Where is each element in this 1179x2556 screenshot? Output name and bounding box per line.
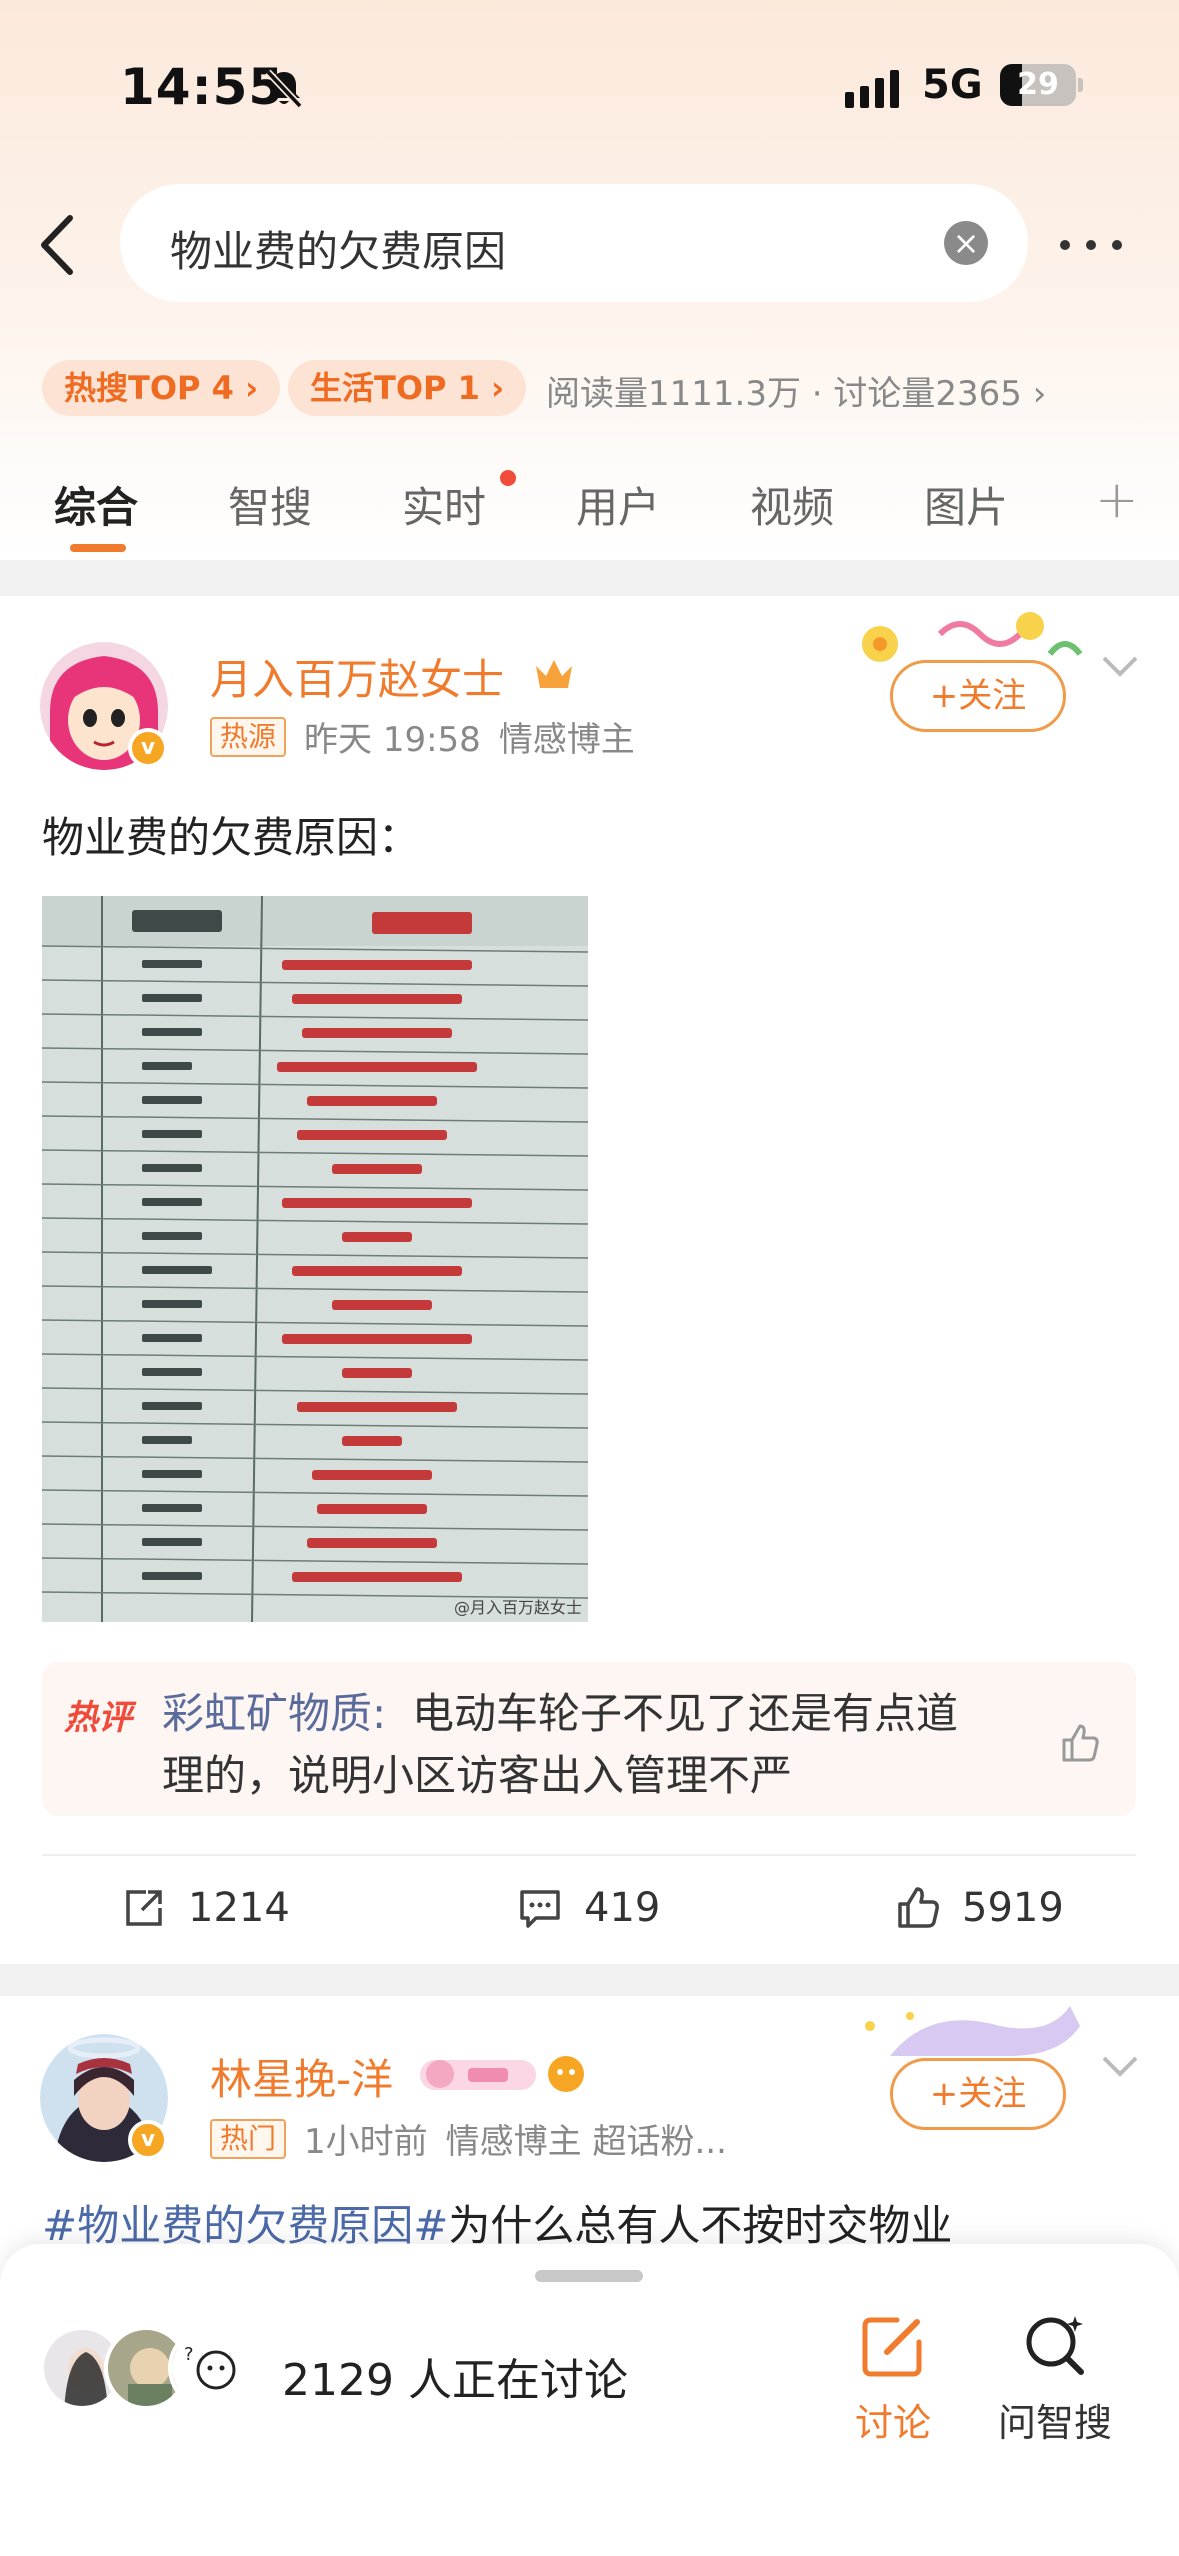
- comment-like-icon[interactable]: [1058, 1720, 1102, 1764]
- hot-comment-label: 热评: [64, 1698, 132, 1738]
- edit-icon: [862, 2317, 922, 2377]
- battery-icon: 29: [1000, 64, 1076, 106]
- post-card[interactable]: v 月入百万赵女士 热源 昨天 19:58 情感博主 +关注 物业费的欠费原因：: [0, 596, 1179, 1964]
- repost-button[interactable]: 1214: [120, 1878, 290, 1938]
- source-tag: 热源: [210, 716, 287, 757]
- battery-level: 29: [1017, 67, 1059, 102]
- divider: [42, 1854, 1136, 1856]
- add-tab-button[interactable]: +: [1095, 470, 1139, 530]
- author-role: 情感博主: [498, 720, 635, 760]
- image-watermark: @月入百万赵女士: [453, 1598, 582, 1617]
- share-icon: [126, 1890, 162, 1926]
- status-time: 14:55: [120, 58, 285, 116]
- post-meta: 热门 1小时前 情感博主 超话粉...: [210, 2114, 727, 2163]
- sheet-drag-handle[interactable]: [535, 2270, 643, 2282]
- clear-search-button[interactable]: ×: [944, 221, 988, 265]
- discuss-button[interactable]: 讨论: [828, 2310, 958, 2450]
- new-content-dot: [500, 470, 516, 486]
- follow-button[interactable]: +关注: [890, 2058, 1066, 2130]
- search-query: 物业费的欠费原因: [170, 227, 507, 276]
- tab-images[interactable]: 图片: [924, 474, 1008, 535]
- battery-tip: [1078, 78, 1083, 92]
- discuss-label: 讨论: [854, 2401, 931, 2445]
- comment-count: 419: [584, 1885, 661, 1931]
- active-tab-indicator: [70, 544, 126, 552]
- follow-button[interactable]: +关注: [890, 660, 1066, 732]
- like-icon: [898, 1887, 939, 1928]
- chevron-down-icon[interactable]: [1100, 652, 1140, 682]
- like-count: 5919: [962, 1885, 1064, 1931]
- post-text-body: 为什么总有人不按时交物业: [448, 2201, 953, 2250]
- tab-realtime[interactable]: 实时: [402, 474, 486, 535]
- back-arrow-icon[interactable]: [30, 210, 90, 280]
- hot-comment[interactable]: 热评 彩虹矿物质: 电动车轮子不见了还是有点道 理的，说明小区访客出入管理不严: [42, 1662, 1136, 1816]
- ask-label: 问智搜: [997, 2401, 1112, 2445]
- emoji-badge-icon: [548, 2056, 584, 2092]
- fan-level-badge-icon: [420, 2060, 536, 2090]
- post-time: 1小时前: [304, 2122, 428, 2162]
- post-username[interactable]: 月入百万赵女士: [210, 646, 504, 707]
- signal-icon: [845, 68, 899, 108]
- repost-count: 1214: [188, 1885, 290, 1931]
- bell-off-icon: [265, 69, 303, 109]
- post-image[interactable]: @月入百万赵女士: [42, 896, 588, 1622]
- ask-smart-search-button[interactable]: 问智搜: [990, 2310, 1120, 2450]
- chevron-down-icon[interactable]: [1100, 2052, 1140, 2082]
- network-type: 5G: [922, 62, 983, 108]
- post-text: 物业费的欠费原因：: [42, 813, 421, 862]
- discussion-count: 2129 人正在讨论: [282, 2355, 628, 2406]
- search-input[interactable]: 物业费的欠费原因 ×: [120, 184, 1028, 302]
- hot-search-rank-chip[interactable]: 热搜TOP 4 ›: [42, 360, 281, 416]
- like-button[interactable]: 5919: [894, 1878, 1064, 1938]
- hot-comment-user[interactable]: 彩虹矿物质:: [162, 1680, 386, 1741]
- author-role: 情感博主 超话粉...: [445, 2122, 727, 2162]
- post-time: 昨天 19:58: [304, 720, 481, 760]
- participant-avatar: ?: [168, 2326, 252, 2410]
- verified-badge-icon: v: [128, 728, 168, 768]
- life-rank-chip[interactable]: 生活TOP 1 ›: [288, 360, 527, 416]
- comment-button[interactable]: 419: [516, 1878, 660, 1938]
- tab-bar: 综合 智搜 实时 用户 视频 图片 +: [0, 460, 1179, 560]
- post-username[interactable]: 林星挽-洋: [210, 2046, 393, 2107]
- svg-text:?: ?: [184, 2344, 194, 2365]
- more-options-icon[interactable]: [1060, 220, 1160, 270]
- hot-comment-text-line1: 电动车轮子不见了还是有点道: [412, 1689, 959, 1738]
- status-bar: 14:55 5G 29: [0, 0, 1179, 170]
- hot-comment-text-line2: 理的，说明小区访客出入管理不严: [162, 1751, 793, 1800]
- post-meta: 热源 昨天 19:58 情感博主: [210, 712, 635, 761]
- topic-stats[interactable]: 阅读量1111.3万 · 讨论量2365 ›: [546, 366, 1046, 415]
- hot-tag: 热门: [210, 2118, 287, 2159]
- tab-users[interactable]: 用户: [576, 474, 660, 535]
- verified-badge-icon: v: [128, 2120, 168, 2160]
- smart-search-icon: [1026, 2316, 1084, 2375]
- hashtag-link[interactable]: #物业费的欠费原因#: [42, 2201, 448, 2250]
- discussion-sheet[interactable]: ? 2129 人正在讨论 讨论 问智搜: [0, 2244, 1179, 2556]
- comment-icon: [520, 1890, 560, 1928]
- tab-comprehensive[interactable]: 综合: [54, 474, 138, 535]
- tab-videos[interactable]: 视频: [750, 474, 834, 535]
- vip-crown-icon: [536, 660, 572, 688]
- tab-smart-search[interactable]: 智搜: [228, 474, 312, 535]
